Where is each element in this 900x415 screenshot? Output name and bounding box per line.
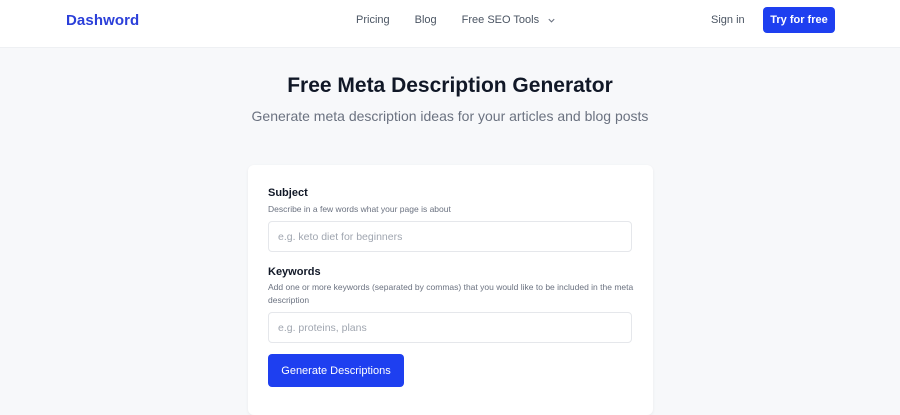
sign-in-link[interactable]: Sign in: [711, 14, 745, 26]
nav-link-blog[interactable]: Blog: [415, 14, 437, 26]
nav-link-label: Free SEO Tools: [461, 14, 540, 26]
generate-descriptions-button[interactable]: Generate Descriptions: [268, 354, 404, 387]
try-for-free-button[interactable]: Try for free: [763, 7, 835, 33]
keywords-input[interactable]: [268, 312, 632, 343]
page-title: Free Meta Description Generator: [287, 74, 613, 97]
subject-help-text: Describe in a few words what your page i…: [268, 204, 451, 214]
top-navbar: Dashword Pricing Blog Free SEO Tools Sig…: [0, 0, 900, 48]
keywords-label: Keywords: [268, 266, 321, 278]
nav-link-label: Pricing: [356, 14, 390, 26]
generator-form-card: Subject Describe in a few words what you…: [248, 165, 653, 415]
page-subtitle: Generate meta description ideas for your…: [251, 108, 649, 124]
nav-links: Pricing Blog Free SEO Tools: [356, 14, 581, 26]
keywords-help-text: Add one or more keywords (separated by c…: [268, 282, 634, 305]
subject-input[interactable]: [268, 221, 632, 252]
nav-dropdown-free-seo-tools[interactable]: Free SEO Tools: [462, 14, 556, 26]
nav-link-pricing[interactable]: Pricing: [356, 14, 390, 26]
logo[interactable]: Dashword: [66, 12, 139, 29]
chevron-down-icon: [547, 16, 556, 25]
nav-link-label: Blog: [414, 14, 437, 26]
subject-label: Subject: [268, 187, 308, 199]
